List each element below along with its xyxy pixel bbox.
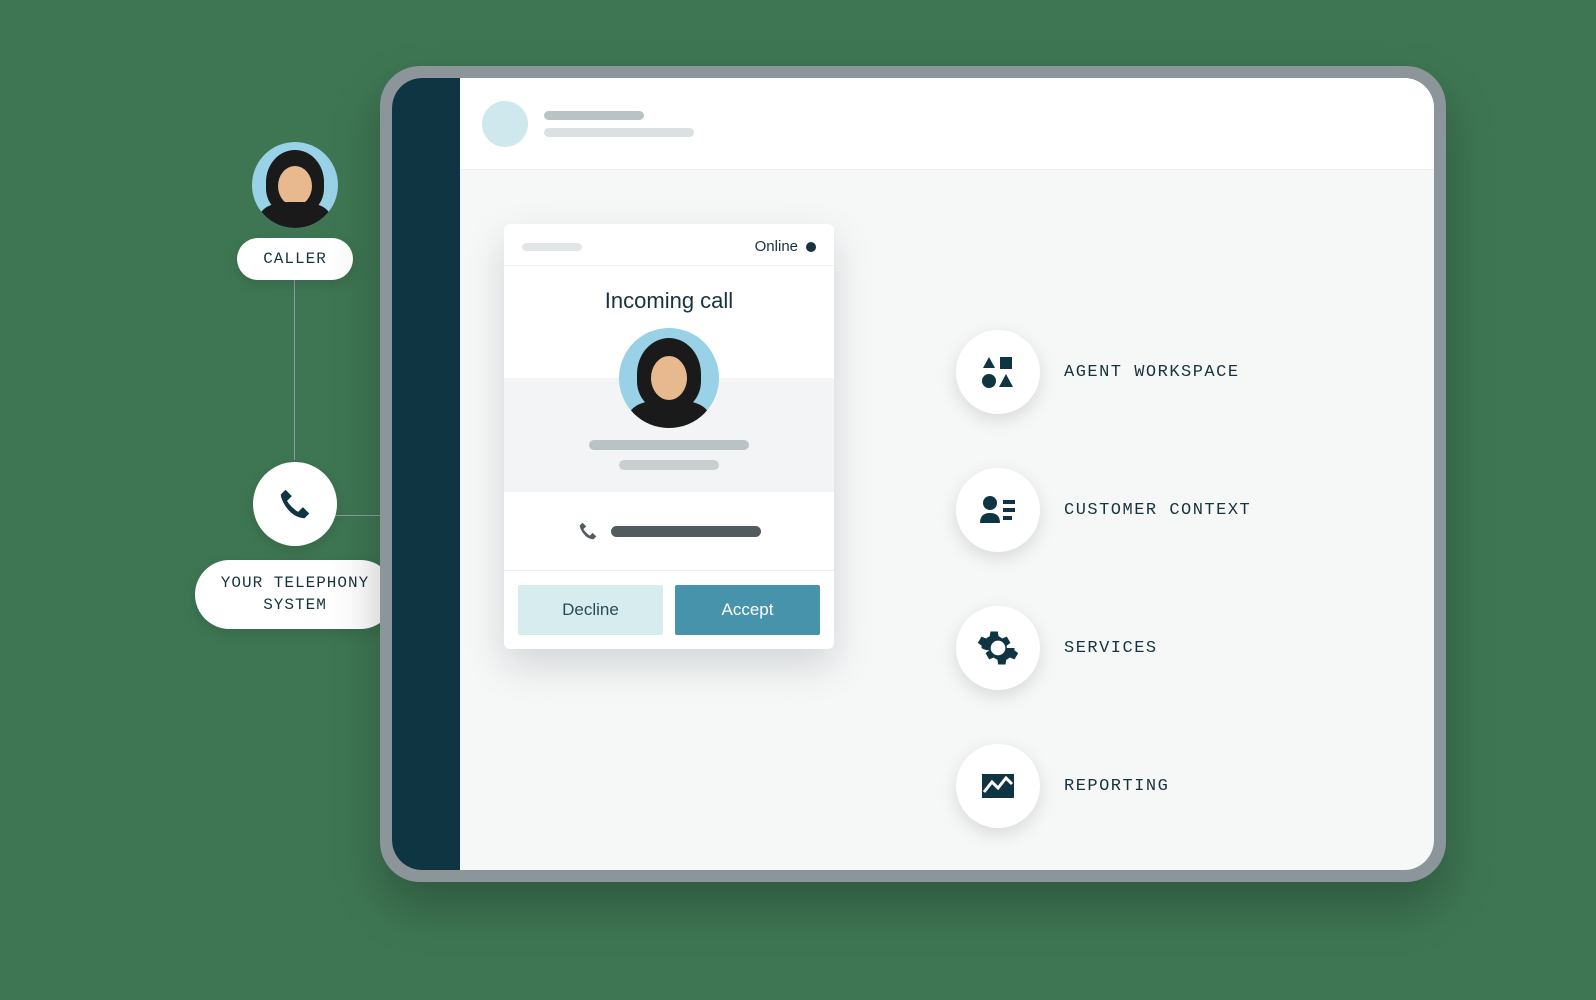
caller-node: CALLER [220,142,370,280]
placeholder-stub [522,243,582,251]
status-dot-icon [806,242,816,252]
call-caller-avatar [619,328,719,428]
phone-icon [577,520,599,542]
header-avatar-placeholder [482,101,528,147]
phone-number-placeholder [504,492,834,571]
feature-label: REPORTING [1064,777,1169,796]
connector-line [294,280,295,460]
caller-label: CALLER [237,238,353,280]
header-text-placeholder [544,111,694,137]
app-window: Online Incoming call [380,66,1446,882]
chart-icon [956,744,1040,828]
telephony-node: YOUR TELEPHONY SYSTEM [190,462,400,629]
feature-services: SERVICES [956,606,1158,690]
telephony-label: YOUR TELEPHONY SYSTEM [195,560,395,629]
phone-icon [253,462,337,546]
caller-avatar [252,142,338,228]
feature-label: SERVICES [1064,639,1158,658]
status-indicator: Online [755,238,816,255]
app-header [460,78,1434,170]
feature-customer-context: CUSTOMER CONTEXT [956,468,1251,552]
decline-button[interactable]: Decline [518,585,663,635]
feature-reporting: REPORTING [956,744,1169,828]
shapes-icon [956,330,1040,414]
feature-label: AGENT WORKSPACE [1064,363,1240,382]
accept-button[interactable]: Accept [675,585,820,635]
incoming-call-card: Online Incoming call [504,224,834,649]
feature-agent-workspace: AGENT WORKSPACE [956,330,1240,414]
app-sidebar [392,78,460,870]
status-label: Online [755,238,798,255]
gear-icon [956,606,1040,690]
call-title: Incoming call [504,266,834,328]
person-list-icon [956,468,1040,552]
feature-label: CUSTOMER CONTEXT [1064,501,1251,520]
